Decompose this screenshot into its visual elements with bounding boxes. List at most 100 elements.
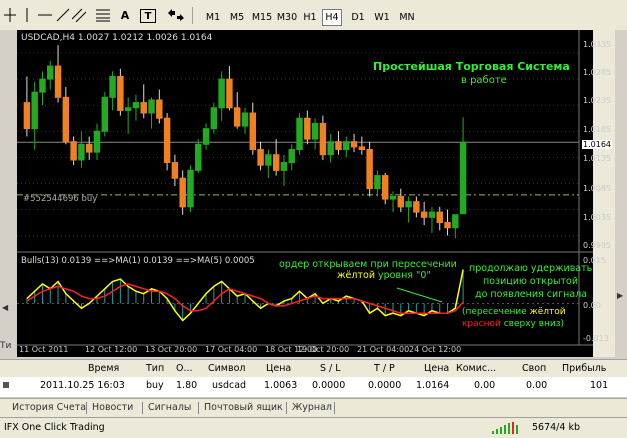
annotation-signal-a: (пересечение (462, 307, 530, 317)
chart-frame: USDCAD,H4 1.0027 1.0212 1.0026 1.0164 Пр… (17, 30, 612, 357)
time-label: 17 Oct 04:00 (205, 345, 258, 354)
mdi-left-edge: ◀ Ти (0, 30, 17, 357)
vertical-line-icon[interactable] (20, 6, 34, 24)
col-symbol[interactable]: Символ (208, 360, 245, 377)
candle-body (226, 78, 233, 109)
fibonacci-icon[interactable] (96, 6, 110, 24)
candle-body (179, 177, 186, 208)
cell-symbol: usdcad (212, 380, 247, 391)
candle-body (366, 149, 373, 190)
tf-h1[interactable]: H1 (300, 9, 320, 26)
svg-text:◀: ◀ (2, 303, 9, 312)
cell-type: buy (146, 380, 164, 391)
connection-icon (492, 422, 522, 437)
tf-m15[interactable]: M15 (250, 9, 274, 26)
indicator-info: Bulls(13) 0.0139 ==>MA(1) 0.0139 ==>MA(5… (21, 256, 255, 266)
candle-body (218, 78, 225, 109)
candle-body (405, 201, 412, 208)
candle-body (148, 99, 155, 114)
annotation-open-yellow: жёлтой (337, 270, 375, 281)
candle-body (85, 143, 93, 153)
annotation-open-line2: жёлтой уровня "0" (279, 270, 457, 281)
col-profit[interactable]: Прибыль (562, 360, 606, 377)
col-time[interactable]: Время (88, 360, 119, 377)
svg-text:Ти: Ти (0, 341, 11, 351)
tf-mn[interactable]: MN (396, 9, 418, 26)
horizontal-line-icon[interactable] (38, 6, 52, 24)
tf-w1[interactable]: W1 (372, 9, 392, 26)
annotation-hold-line3: до появления сигнала (475, 289, 588, 300)
annotation-signal-red: красной (462, 319, 501, 329)
trendline-icon[interactable] (56, 6, 70, 24)
candle-body (93, 130, 101, 153)
tab-news[interactable]: Новости (92, 401, 133, 415)
crosshair-icon[interactable] (4, 6, 16, 24)
candle-body (62, 96, 70, 143)
price-tick: 1.0235 (583, 96, 611, 105)
col-lots[interactable]: О... (176, 360, 193, 377)
tab-separator (286, 402, 287, 414)
tab-separator (334, 402, 335, 414)
candle-body (288, 149, 295, 164)
candle-body (420, 211, 428, 218)
trade-table-header: Время Тип О... Символ Цена S / L T / P Ц… (0, 359, 627, 378)
tf-m30[interactable]: M30 (275, 9, 299, 26)
table-row[interactable]: 2011.10.25 16:03 buy 1.80 usdcad 1.0063 … (0, 377, 627, 394)
tf-d1[interactable]: D1 (348, 9, 368, 26)
cell-swap: 0.00 (526, 380, 548, 391)
candle-body (296, 117, 303, 151)
candle-body (272, 154, 280, 171)
price-tick: 1.0035 (583, 213, 611, 222)
candle-body (452, 214, 459, 229)
price-tick: 1.0285 (583, 68, 611, 77)
toolbar-separator (192, 7, 193, 24)
candle-body (23, 102, 31, 130)
candle-body (117, 76, 124, 111)
price-tick: 1.0085 (583, 184, 611, 193)
price-tick: 1.0185 (583, 125, 611, 134)
candle-body (78, 143, 85, 161)
col-swap[interactable]: Своп (522, 360, 546, 377)
col-sl[interactable]: S / L (320, 360, 341, 377)
col-tp[interactable]: T / P (374, 360, 395, 377)
tab-journal[interactable]: Журнал (292, 401, 332, 415)
cell-commission: 0.00 (474, 380, 496, 391)
annotation-hold-line2: позицию открытой (483, 276, 579, 287)
candle-body (54, 65, 62, 98)
tf-h4[interactable]: H4 (322, 9, 342, 26)
text-label-button[interactable]: T (140, 9, 156, 23)
tab-signals[interactable]: Сигналы (148, 401, 191, 415)
candle-body (163, 117, 171, 164)
price-ticks: 1.0335 1.0285 1.0235 1.0185 1.0135 1.008… (583, 30, 617, 252)
tab-account-history[interactable]: История Счета (12, 401, 86, 415)
text-tool-button[interactable]: A (118, 6, 132, 24)
candle-body (109, 76, 116, 98)
candle-body (358, 146, 366, 151)
cell-profit: 101 (590, 380, 609, 391)
col-type[interactable]: Тип (146, 360, 164, 377)
chart-title-line2: в работе (461, 75, 507, 86)
annotation-hold: продолжаю удерживать позицию открытой до… (469, 262, 592, 301)
status-bar: IFX One Click Trading 5674/4 kb (0, 417, 627, 438)
tab-mailbox[interactable]: Почтовый ящик (204, 401, 283, 415)
candle-body (350, 141, 358, 148)
tf-m1[interactable]: M1 (202, 9, 224, 26)
candle-body (210, 107, 218, 130)
candle-body (257, 149, 264, 166)
candle-body (39, 78, 46, 93)
arrows-icon[interactable] (166, 6, 186, 24)
col-cur-price[interactable]: Цена (424, 360, 449, 377)
time-axis: 11 Oct 2011 12 Oct 12:00 13 Oct 20:00 17… (17, 345, 579, 357)
candle-body (304, 117, 311, 140)
col-price[interactable]: Цена (266, 360, 291, 377)
annotation-signal-b: сверху вниз) (500, 319, 565, 329)
candle-body (265, 154, 272, 166)
price-tick: 1.0135 (583, 154, 611, 163)
channel-icon[interactable] (72, 6, 86, 24)
time-label: 12 Oct 12:00 (85, 345, 138, 354)
time-label: 19 Oct 20:00 (297, 345, 350, 354)
annotation-open-rest: уровня "0" (375, 270, 431, 281)
time-label: 24 Oct 12:00 (409, 345, 462, 354)
col-commission[interactable]: Комис... (456, 360, 496, 377)
tf-m5[interactable]: M5 (226, 9, 248, 26)
